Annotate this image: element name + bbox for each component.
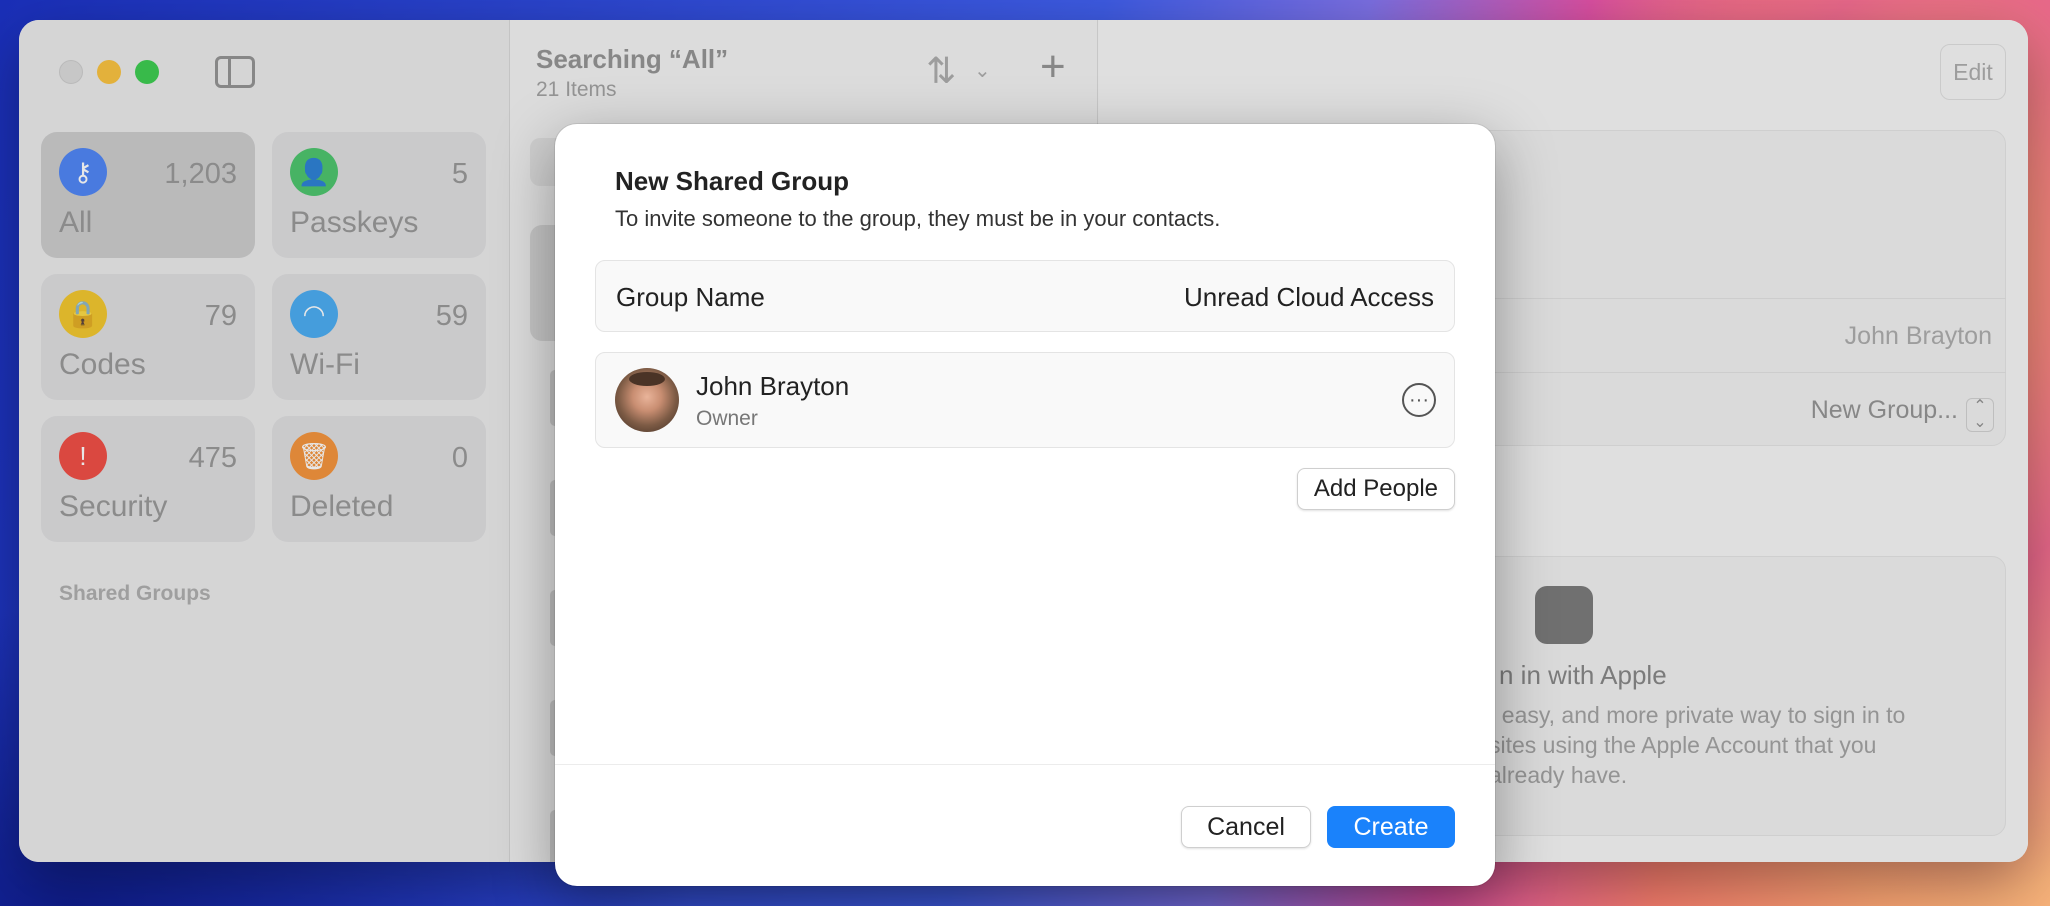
new-shared-group-dialog: New Shared Group To invite someone to th… — [555, 124, 1495, 886]
create-button[interactable]: Create — [1327, 806, 1455, 848]
dialog-title: New Shared Group — [615, 166, 850, 196]
dialog-subtitle: To invite someone to the group, they mus… — [615, 206, 1221, 231]
avatar — [615, 368, 679, 432]
group-name-row[interactable]: Group Name Unread Cloud Access — [595, 260, 1455, 332]
more-options-icon[interactable]: ··· — [1402, 383, 1436, 417]
group-name-label: Group Name — [616, 282, 765, 312]
add-people-button[interactable]: Add People — [1296, 468, 1455, 510]
cancel-button[interactable]: Cancel — [1181, 806, 1311, 848]
member-role: Owner — [696, 407, 758, 430]
member-row: John Brayton Owner ··· — [595, 352, 1455, 448]
group-name-field[interactable]: Unread Cloud Access — [1184, 282, 1434, 313]
divider — [555, 764, 1495, 765]
member-name: John Brayton — [696, 371, 850, 401]
